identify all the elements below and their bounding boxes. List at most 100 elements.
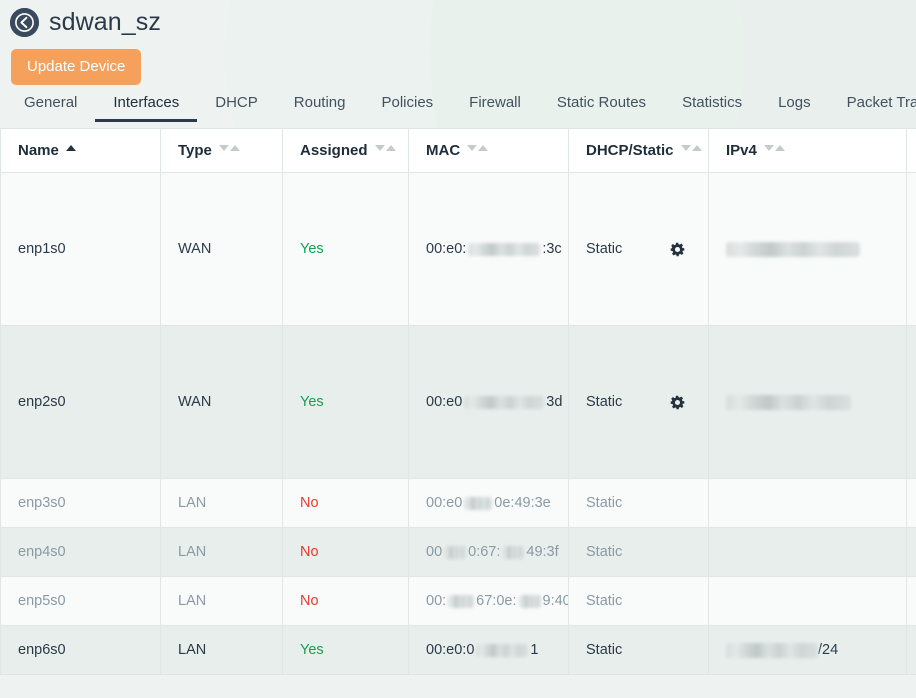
assigned-value: Yes	[300, 394, 324, 410]
gear-icon[interactable]	[669, 241, 686, 258]
cell-mac: 00:67:0e:9:40	[409, 577, 569, 626]
cell-assigned: Yes	[283, 326, 409, 479]
mac-suffix: :3c	[542, 241, 561, 257]
table-row[interactable]: enp6s0 LAN Yes 00:e0:01 Static /24	[1, 626, 916, 675]
cell-dhcp-static: Static	[569, 326, 709, 479]
cell-status	[907, 577, 916, 626]
cell-ipv4	[709, 479, 907, 528]
tab-statistics[interactable]: Statistics	[664, 95, 760, 122]
column-header-assigned[interactable]: Assigned	[283, 129, 409, 173]
cell-interface-name: enp1s0	[1, 173, 161, 326]
mac-suffix: 1	[530, 642, 538, 658]
column-header-dhcp-static-label: DHCP/Static	[586, 142, 674, 159]
cell-dhcp-static: Static	[569, 479, 709, 528]
cell-status	[907, 626, 916, 675]
cell-mac: 00:e0 0e:49:3e	[409, 479, 569, 528]
table-row[interactable]: enp4s0 LAN No 000:67:49:3f Static	[1, 528, 916, 577]
cell-assigned: No	[283, 479, 409, 528]
sort-toggle-icon	[681, 145, 702, 151]
page-header: sdwan_sz	[0, 0, 916, 37]
cell-assigned: No	[283, 528, 409, 577]
assigned-value: Yes	[300, 241, 324, 257]
cell-interface-type: WAN	[161, 326, 283, 479]
cell-interface-type: LAN	[161, 577, 283, 626]
interfaces-table-container: Name Type	[0, 128, 916, 675]
cell-interface-name: enp6s0	[1, 626, 161, 675]
column-header-type[interactable]: Type	[161, 129, 283, 173]
tab-firewall[interactable]: Firewall	[451, 95, 539, 122]
cell-status	[907, 326, 916, 479]
sort-ascending-icon	[66, 145, 76, 151]
tab-bar: General Interfaces DHCP Routing Policies…	[0, 85, 916, 122]
table-row[interactable]: enp5s0 LAN No 00:67:0e:9:40 Static	[1, 577, 916, 626]
table-row[interactable]: enp2s0 WAN Yes 00:e0 3d Static	[1, 326, 916, 479]
tab-interfaces[interactable]: Interfaces	[95, 95, 197, 122]
interfaces-table: Name Type	[0, 128, 916, 675]
cell-mac: 000:67:49:3f	[409, 528, 569, 577]
mac-prefix: 00:e0	[426, 495, 462, 511]
column-header-assigned-label: Assigned	[300, 142, 368, 159]
update-device-button[interactable]: Update Device	[11, 49, 141, 85]
column-header-mac-label: MAC	[426, 142, 460, 159]
column-header-type-label: Type	[178, 142, 212, 159]
assigned-value: Yes	[300, 642, 324, 658]
tab-packet-traces[interactable]: Packet Traces	[829, 95, 916, 122]
table-row[interactable]: enp1s0 WAN Yes 00:e0::3c Static	[1, 173, 916, 326]
column-header-name-label: Name	[18, 142, 59, 159]
tab-dhcp[interactable]: DHCP	[197, 95, 276, 122]
dhcp-static-value: Static	[586, 241, 622, 257]
assigned-value: No	[300, 544, 319, 560]
cell-mac: 00:e0: :3c	[409, 173, 569, 326]
cell-ipv4: /24	[709, 626, 907, 675]
mac-suffix: 3d	[546, 394, 562, 410]
cell-interface-name: enp2s0	[1, 326, 161, 479]
cell-ipv4	[709, 577, 907, 626]
gear-icon[interactable]	[669, 394, 686, 411]
column-header-status[interactable]	[907, 129, 916, 173]
cell-assigned: Yes	[283, 173, 409, 326]
tab-routing[interactable]: Routing	[276, 95, 364, 122]
tab-general[interactable]: General	[14, 95, 95, 122]
mac-prefix: 00:	[426, 593, 446, 609]
ipv4-suffix: /24	[818, 642, 838, 658]
tab-static-routes[interactable]: Static Routes	[539, 95, 664, 122]
cell-mac: 00:e0:01	[409, 626, 569, 675]
sort-toggle-icon	[467, 145, 488, 151]
column-header-name[interactable]: Name	[1, 129, 161, 173]
cell-interface-type: LAN	[161, 528, 283, 577]
sort-toggle-icon	[764, 145, 785, 151]
redacted-ipv4	[726, 643, 818, 658]
cell-interface-name: enp4s0	[1, 528, 161, 577]
cell-dhcp-static: Static	[569, 626, 709, 675]
cell-ipv4	[709, 528, 907, 577]
sort-toggle-icon	[375, 145, 396, 151]
redacted-mac-segment	[519, 595, 541, 608]
cell-status	[907, 173, 916, 326]
back-arrow-icon[interactable]	[10, 8, 39, 37]
redacted-mac-segment	[502, 546, 524, 559]
cell-dhcp-static: Static	[569, 577, 709, 626]
redacted-mac-segment	[464, 396, 544, 409]
cell-interface-type: LAN	[161, 479, 283, 528]
column-header-dhcp-static[interactable]: DHCP/Static	[569, 129, 709, 173]
redacted-mac-segment	[444, 546, 466, 559]
mac-prefix: 00:e0	[426, 394, 462, 410]
cell-dhcp-static: Static	[569, 173, 709, 326]
assigned-value: No	[300, 593, 319, 609]
toolbar: Update Device	[0, 37, 916, 85]
column-header-ipv4[interactable]: IPv4	[709, 129, 907, 173]
redacted-ipv4	[726, 242, 860, 257]
mac-prefix: 00:e0:	[426, 241, 466, 257]
mac-tail: 49:3f	[526, 544, 558, 560]
column-header-mac[interactable]: MAC	[409, 129, 569, 173]
cell-assigned: No	[283, 577, 409, 626]
mac-suffix: 0e:49:3e	[494, 495, 550, 511]
tab-policies[interactable]: Policies	[363, 95, 451, 122]
redacted-mac-segment	[464, 497, 492, 510]
mac-prefix: 00	[426, 544, 442, 560]
cell-interface-name: enp3s0	[1, 479, 161, 528]
cell-status	[907, 479, 916, 528]
table-row[interactable]: enp3s0 LAN No 00:e0 0e:49:3e Static	[1, 479, 916, 528]
cell-dhcp-static: Static	[569, 528, 709, 577]
tab-logs[interactable]: Logs	[760, 95, 829, 122]
